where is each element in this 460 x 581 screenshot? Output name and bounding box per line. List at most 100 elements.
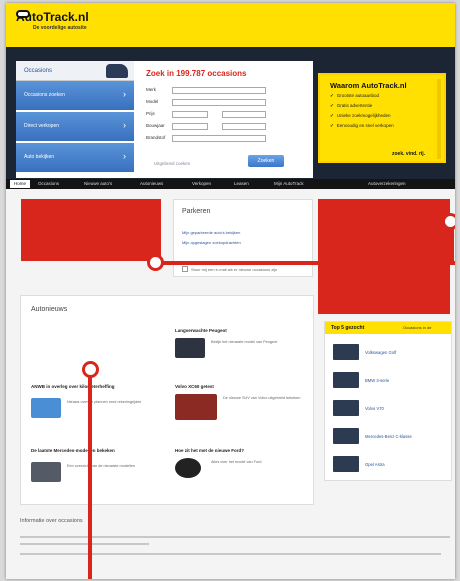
search-panel: Occasions Occasions zoeken Direct verkop… (16, 61, 313, 178)
redaction-block-top-right (318, 199, 450, 314)
news-item[interactable]: Volvo XC60 getest De nieuwe SUV van Volv… (175, 384, 305, 420)
top-brand-thumbnail[interactable] (333, 372, 359, 388)
footer-text-line (20, 536, 450, 538)
annotation-dot (442, 213, 455, 230)
brand-label: Merk (146, 87, 156, 92)
site-logo[interactable]: AutoTrack.nl (16, 10, 89, 24)
top-brands-header: Top 5 gezocht Occasions in de (325, 322, 451, 334)
news-title: Autonieuws (31, 306, 68, 313)
top-brand-item[interactable]: BMW 3-serie (333, 372, 445, 390)
promo-item: Eenvoudig en snel verkopen (330, 123, 394, 129)
parked-title: Parkeren (182, 208, 211, 215)
promo-title: Waarom AutoTrack.nl (330, 81, 407, 90)
news-item[interactable]: Hoe zit het met de nieuwe Ford? Alles ov… (175, 448, 305, 478)
news-thumbnail[interactable] (31, 462, 61, 482)
main-nav: Home Occasions Nieuwe auto's Autonieuws … (6, 179, 455, 189)
year-label: Bouwjaar (146, 123, 165, 128)
promo-box: Waarom AutoTrack.nl Grootste autoaanbod … (318, 73, 446, 163)
promo-item: Unieke zoekmogelijkheden (330, 113, 394, 119)
top-brand-item[interactable]: Volvo V70 (333, 400, 445, 418)
price-from-select[interactable] (172, 111, 208, 118)
search-form: Zoek in 199.787 occasions Merk Model Pri… (140, 61, 310, 178)
year-row: Bouwjaar (146, 123, 286, 130)
tab-direct-sell[interactable]: Direct verkopen (16, 112, 134, 141)
top-brand-thumbnail[interactable] (333, 456, 359, 472)
top-brand-label[interactable]: Volkswagen Golf (365, 350, 396, 355)
nav-occasions[interactable]: Occasions (38, 181, 59, 186)
price-label: Prijs (146, 111, 155, 116)
price-row: Prijs (146, 111, 286, 118)
news-meta: De nieuwe SUV van Volvo uitgebreid bekek… (223, 396, 301, 400)
top-brand-item[interactable]: Opel Astra (333, 456, 445, 474)
promo-scrollbar[interactable] (437, 79, 441, 159)
fuel-label: Brandstof (146, 135, 166, 140)
news-headline[interactable]: Hoe zit het met de nieuwe Ford? (175, 448, 305, 453)
news-item[interactable]: Langverwachte Peugeot Bekijk het nieuwst… (175, 328, 305, 358)
search-tabs: Occasions zoeken Direct verkopen Auto be… (16, 81, 134, 174)
news-item[interactable]: De laatste Mercedes-modellen bekeken Een… (31, 448, 161, 482)
top-brands-title: Top 5 gezocht (331, 325, 365, 331)
news-thumbnail[interactable] (175, 394, 217, 420)
tab-occasions-search[interactable]: Occasions zoeken (16, 81, 134, 110)
hero-section: Occasions Occasions zoeken Direct verkop… (6, 47, 455, 179)
top-brand-item[interactable]: Volkswagen Golf (333, 344, 445, 362)
news-thumbnail[interactable] (175, 338, 205, 358)
tab-view-cars[interactable]: Auto bekijken (16, 143, 134, 172)
nav-car-news[interactable]: Autonieuws (140, 181, 163, 186)
nav-insurance[interactable]: Autoverzekeringen (368, 181, 406, 186)
news-meta: Een overzicht van de nieuwste modellen (67, 464, 135, 468)
top-brand-label[interactable]: Opel Astra (365, 462, 385, 467)
redaction-block-top-left (21, 199, 161, 261)
search-heading: Zoek in 199.787 occasions (146, 69, 247, 78)
car-icon (106, 64, 128, 78)
search-panel-title: Occasions (24, 68, 53, 74)
saved-searches-link[interactable]: Mijn opgeslagen zoekopdrachten (182, 240, 241, 245)
site-header: AutoTrack.nl De voordelige autosite (6, 3, 455, 47)
news-headline[interactable]: Volvo XC60 getest (175, 384, 305, 389)
browser-page: AutoTrack.nl De voordelige autosite Occa… (6, 3, 455, 579)
news-thumbnail[interactable] (175, 458, 201, 478)
year-from-select[interactable] (172, 123, 208, 130)
promo-item: Gratis advertentie (330, 103, 394, 109)
news-thumbnail[interactable] (31, 398, 61, 418)
top-brand-thumbnail[interactable] (333, 344, 359, 360)
nav-my-autotrack[interactable]: Mijn AutoTrack (274, 181, 304, 186)
parked-box: Parkeren Mijn geparkeerde auto's bekijke… (173, 199, 313, 277)
nav-home[interactable]: Home (10, 180, 31, 188)
top-brand-thumbnail[interactable] (333, 428, 359, 444)
news-box: Autonieuws Langverwachte Peugeot Bekijk … (20, 295, 314, 505)
top-brand-label[interactable]: Mercedes-Benz C-klasse (365, 434, 412, 439)
promo-item: Grootste autoaanbod (330, 93, 394, 99)
news-headline[interactable]: Langverwachte Peugeot (175, 328, 305, 333)
fuel-select[interactable] (172, 135, 266, 142)
news-item[interactable]: ANWB in overleg over kilometerheffing Ni… (31, 384, 161, 418)
news-headline[interactable]: De laatste Mercedes-modellen bekeken (31, 448, 161, 453)
top-brands-subtitle: Occasions in de (403, 325, 432, 330)
annotation-line-vertical (88, 369, 92, 579)
footer-text-line (20, 543, 149, 545)
top-brands-box: Top 5 gezocht Occasions in de Volkswagen… (324, 321, 452, 481)
brand-select[interactable] (172, 87, 266, 94)
promo-list: Grootste autoaanbod Gratis advertentie U… (330, 93, 394, 133)
top-brand-thumbnail[interactable] (333, 400, 359, 416)
news-meta: Nieuws over de plannen rond rekeningrijd… (67, 400, 142, 404)
top-brand-label[interactable]: BMW 3-serie (365, 378, 389, 383)
news-meta: Alles over het model van Ford (211, 460, 262, 464)
year-to-select[interactable] (222, 123, 266, 130)
nav-new-cars[interactable]: Nieuwe auto's (84, 181, 112, 186)
parked-cars-link[interactable]: Mijn geparkeerde auto's bekijken (182, 230, 240, 235)
model-label: Model (146, 99, 159, 104)
top-brand-item[interactable]: Mercedes-Benz C-klasse (333, 428, 445, 446)
advanced-search-link[interactable]: Uitgebreid zoeken (154, 161, 190, 166)
nav-sell[interactable]: Verkopen (192, 181, 211, 186)
search-panel-header: Occasions (16, 61, 134, 81)
email-alert-checkbox[interactable]: Stuur mij een e-mail als er nieuwe occas… (182, 266, 277, 272)
promo-slogan: zoek. vind. rij. (392, 151, 426, 157)
model-select[interactable] (172, 99, 266, 106)
annotation-line-horizontal (158, 261, 455, 265)
search-button[interactable]: Zoeken (248, 155, 284, 167)
top-brand-label[interactable]: Volvo V70 (365, 406, 384, 411)
nav-lease[interactable]: Leasen (234, 181, 249, 186)
news-headline[interactable]: ANWB in overleg over kilometerheffing (31, 384, 161, 389)
price-to-select[interactable] (222, 111, 266, 118)
